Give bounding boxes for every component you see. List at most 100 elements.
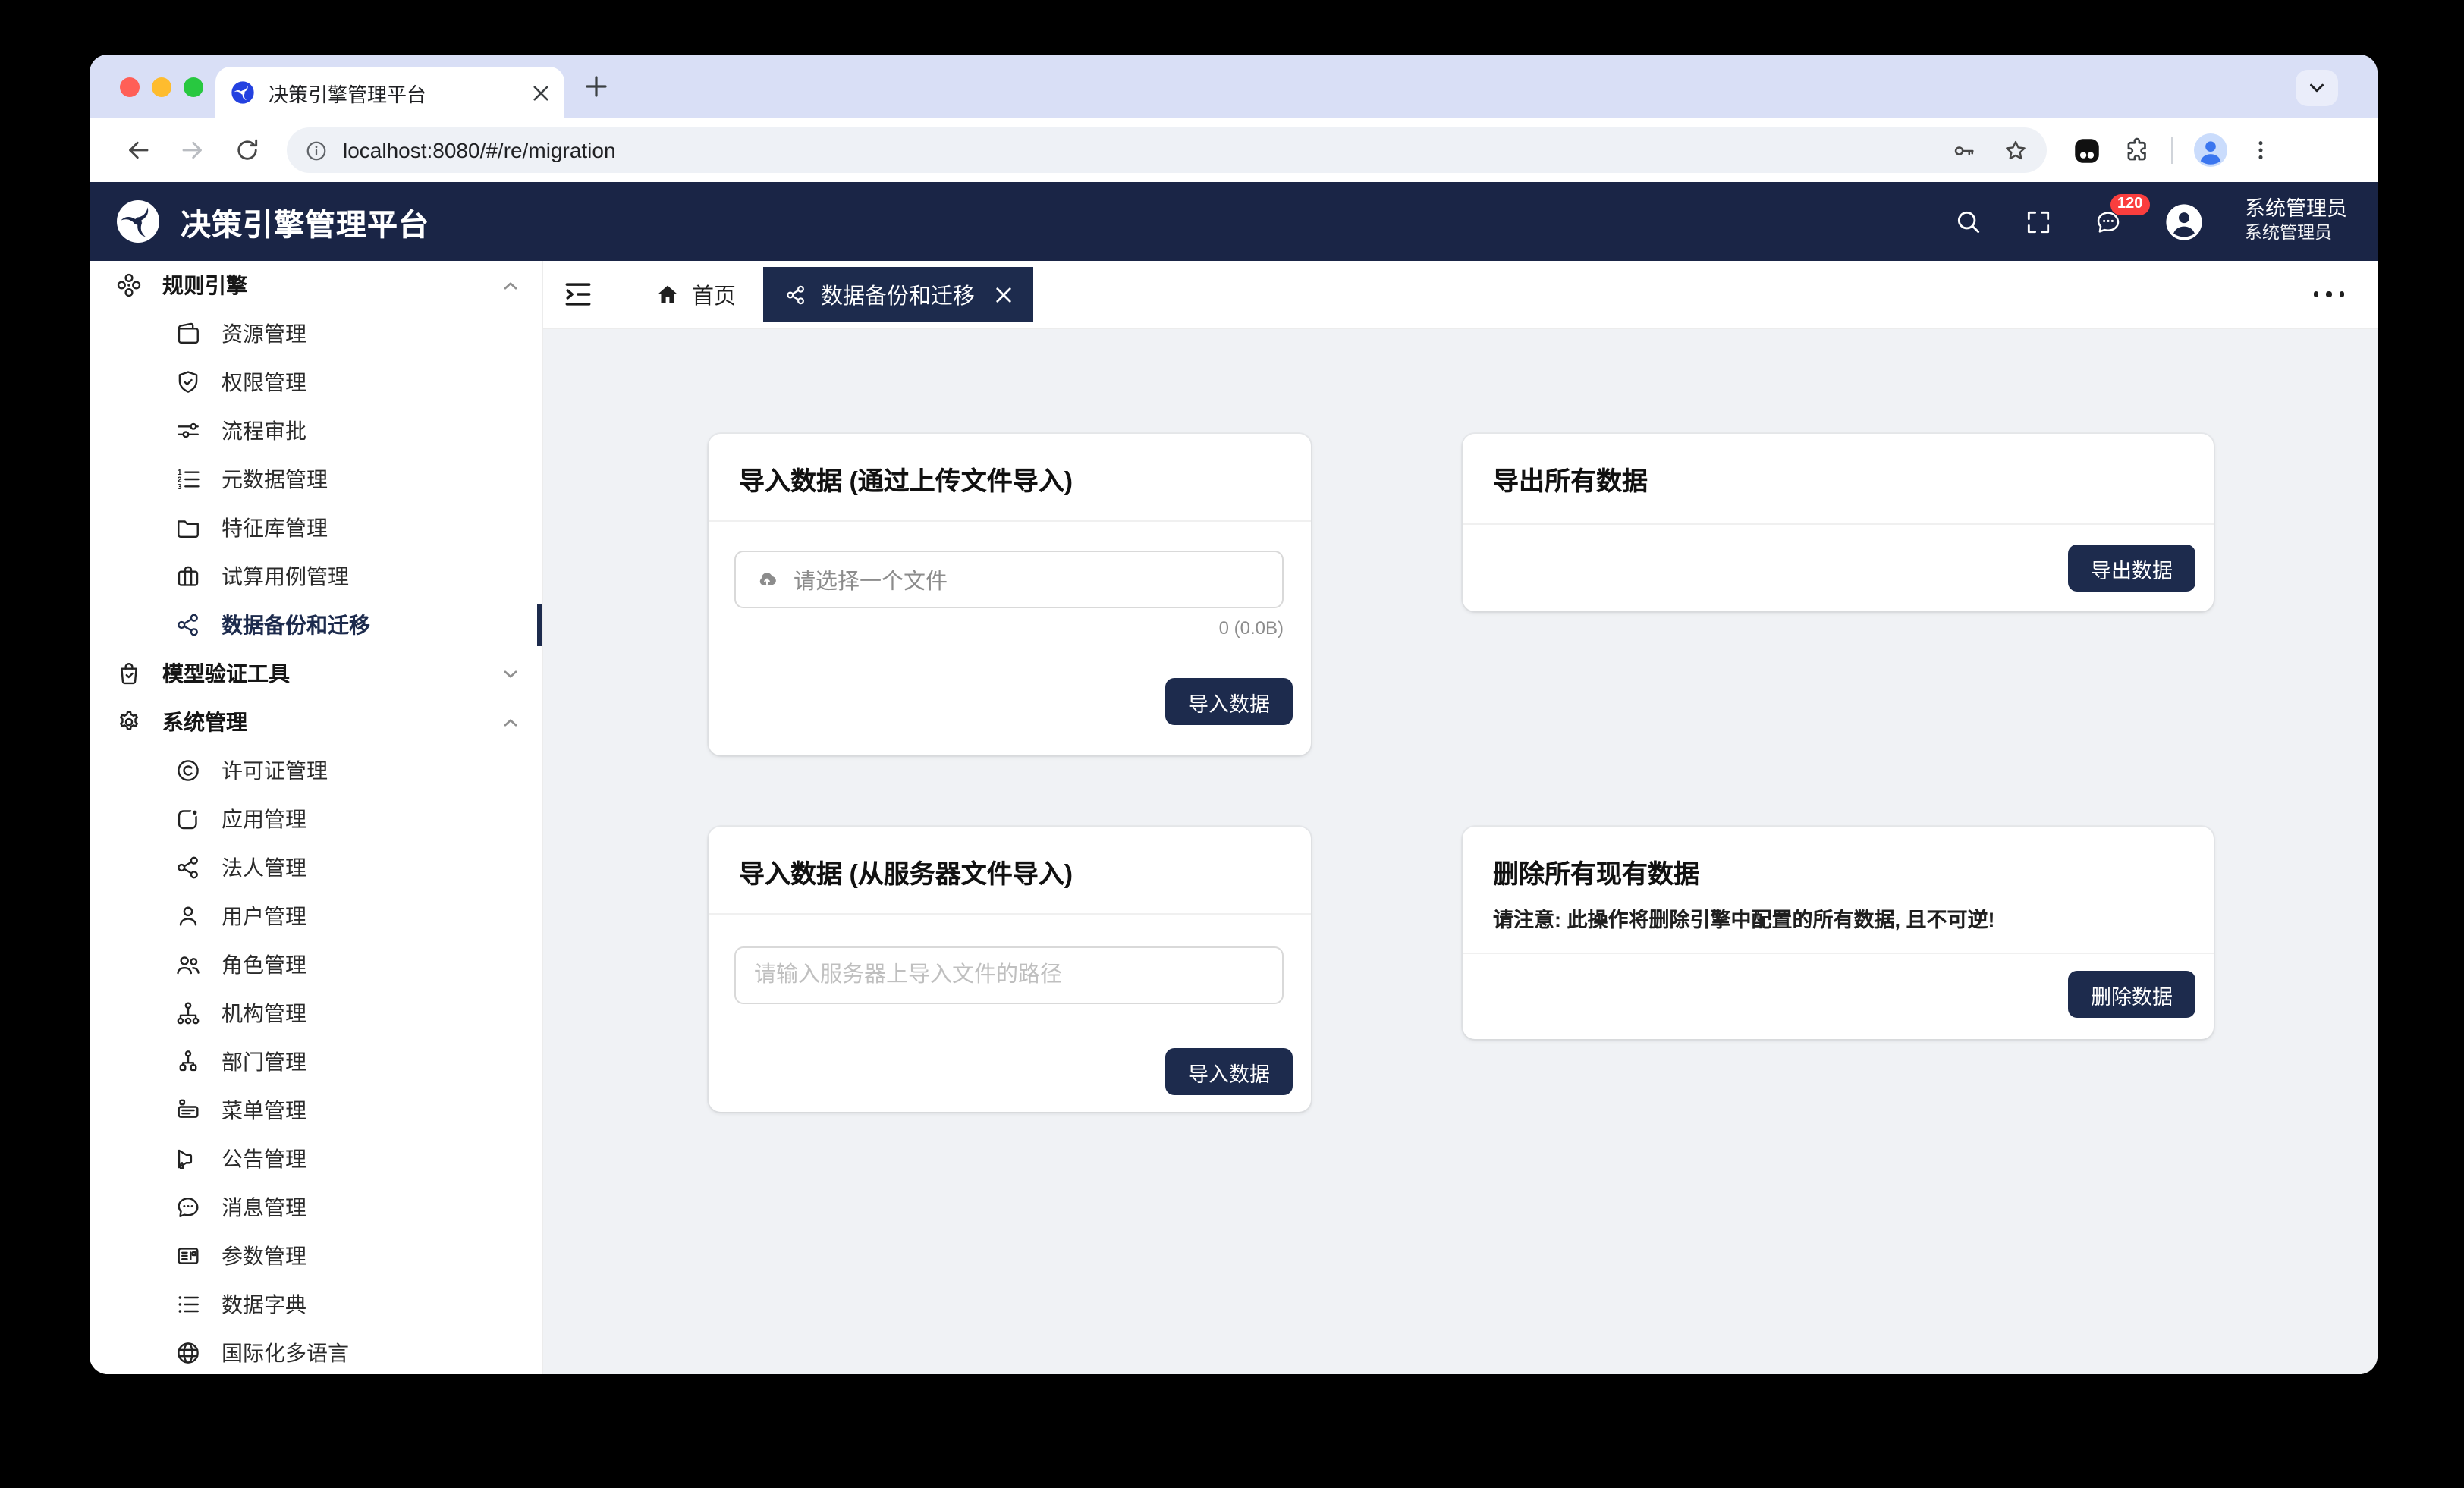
close-window-button[interactable]	[120, 77, 140, 96]
sidebar-item-label: 权限管理	[222, 367, 306, 397]
share-icon	[174, 611, 202, 639]
sidebar-item-label: 流程审批	[222, 416, 306, 446]
sidebar-item-label: 参数管理	[222, 1241, 306, 1271]
forward-icon[interactable]	[179, 137, 206, 164]
user-info[interactable]: 系统管理员 系统管理员	[2245, 198, 2347, 246]
dark-extension-icon[interactable]	[2071, 134, 2103, 166]
sidebar-item-menu-mgmt[interactable]: 菜单管理	[90, 1086, 542, 1135]
file-select-placeholder: 请选择一个文件	[794, 563, 948, 595]
delete-data-button[interactable]: 删除数据	[2068, 971, 2195, 1018]
folder-icon	[174, 514, 202, 542]
site-info-icon[interactable]	[305, 139, 328, 162]
sidebar-item-feature-lib-mgmt[interactable]: 特征库管理	[90, 504, 542, 552]
sidebar-item-label: 法人管理	[222, 852, 306, 883]
delete-warning-text: 请注意: 此操作将删除引擎中配置的所有数据, 且不可逆!	[1493, 903, 2183, 933]
sidebar-item-label: 资源管理	[222, 319, 306, 349]
bookmark-star-icon[interactable]	[2003, 137, 2029, 163]
minimize-window-button[interactable]	[152, 77, 171, 96]
export-data-button[interactable]: 导出数据	[2068, 545, 2195, 592]
browser-tab-title: 决策引擎管理平台	[269, 78, 533, 107]
sidebar-item-message-mgmt[interactable]: 消息管理	[90, 1183, 542, 1232]
sidebar-item-process-approval[interactable]: 流程审批	[90, 407, 542, 455]
server-path-input[interactable]	[734, 946, 1284, 1004]
sidebar-item-dept-mgmt[interactable]: 部门管理	[90, 1038, 542, 1086]
url-text: localhost:8080/#/re/migration	[343, 138, 1951, 162]
sidebar-item-resource-mgmt[interactable]: 资源管理	[90, 309, 542, 358]
password-key-icon[interactable]	[1951, 137, 1977, 163]
sidebar-item-legal-entity-mgmt[interactable]: 法人管理	[90, 843, 542, 892]
close-icon[interactable]	[995, 286, 1011, 303]
messages-button[interactable]: 120	[2093, 207, 2122, 236]
sidebar-item-label: 菜单管理	[222, 1095, 306, 1125]
shield-check-icon	[174, 369, 202, 396]
sidebar-item-announcement-mgmt[interactable]: 公告管理	[90, 1135, 542, 1183]
globe-icon	[174, 1339, 202, 1367]
tab-home-label: 首页	[692, 278, 736, 310]
user-role: 系统管理员	[2245, 224, 2347, 246]
sidebar-item-data-dictionary[interactable]: 数据字典	[90, 1280, 542, 1329]
file-select-field[interactable]: 请选择一个文件	[734, 551, 1284, 608]
selected-item-indicator	[537, 604, 543, 646]
sidebar-item-system-mgmt[interactable]: 系统管理	[90, 698, 542, 746]
sidebar-item-label: 模型验证工具	[162, 658, 290, 689]
sidebar-item-i18n[interactable]: 国际化多语言	[90, 1329, 542, 1374]
user-avatar[interactable]	[2163, 201, 2204, 242]
card-import-upload: 导入数据 (通过上传文件导入) 请选择一个文件 0 (0.0B) 导入数据	[709, 434, 1311, 755]
sidebar-item-data-backup-migration[interactable]: 数据备份和迁移	[90, 601, 542, 649]
tab-close-icon[interactable]	[533, 84, 549, 101]
sidebar-item-label: 应用管理	[222, 804, 306, 834]
chat-dots-icon	[174, 1194, 202, 1221]
tab-search-button[interactable]	[2296, 70, 2338, 106]
sidebar-item-license-mgmt[interactable]: 许可证管理	[90, 746, 542, 795]
sidebar-item-rule-engine[interactable]: 规则引擎	[90, 261, 542, 309]
chevron-up-icon	[501, 712, 520, 732]
sidebar-item-param-mgmt[interactable]: 参数管理	[90, 1232, 542, 1280]
sidebar-item-permission-mgmt[interactable]: 权限管理	[90, 358, 542, 407]
menu-card-icon	[174, 1097, 202, 1124]
profile-avatar-icon[interactable]	[2192, 132, 2229, 168]
new-tab-button[interactable]	[584, 74, 608, 99]
tab-options-menu[interactable]	[2313, 292, 2344, 297]
sidebar-item-label: 部门管理	[222, 1047, 306, 1077]
svg-text:3: 3	[178, 483, 182, 491]
sidebar-item-role-mgmt[interactable]: 角色管理	[90, 940, 542, 989]
chevron-up-icon	[501, 275, 520, 295]
import-data-server-button[interactable]: 导入数据	[1165, 1048, 1293, 1095]
sidebar-item-label: 系统管理	[162, 707, 247, 737]
zoom-window-button[interactable]	[184, 77, 203, 96]
sidebar-item-label: 试算用例管理	[222, 561, 349, 592]
sidebar-item-user-mgmt[interactable]: 用户管理	[90, 892, 542, 940]
sidebar-item-model-validation-tools[interactable]: 模型验证工具	[90, 649, 542, 698]
main-area: 首页 数据备份和迁移 导入数据 (通过上传文件导入)	[543, 261, 2378, 1374]
reload-icon[interactable]	[234, 137, 261, 164]
sidebar-item-label: 用户管理	[222, 901, 306, 931]
share-icon	[174, 854, 202, 881]
screenshot-stage: 决策引擎管理平台 localhost:8080/#/re/migration	[0, 0, 2464, 1488]
app-logo-swirl-icon	[114, 197, 162, 246]
import-data-button[interactable]: 导入数据	[1165, 678, 1293, 725]
browser-menu-icon[interactable]	[2249, 138, 2273, 162]
back-icon[interactable]	[124, 137, 152, 164]
sidebar-item-app-mgmt[interactable]: 应用管理	[90, 795, 542, 843]
user-name: 系统管理员	[2245, 198, 2347, 224]
sidebar-item-trial-case-mgmt[interactable]: 试算用例管理	[90, 552, 542, 601]
card-title: 导出所有数据	[1493, 467, 1648, 496]
browser-tab[interactable]: 决策引擎管理平台	[215, 67, 564, 118]
fullscreen-icon[interactable]	[2023, 207, 2052, 236]
tab-home[interactable]: 首页	[646, 261, 745, 328]
browser-tab-strip: 决策引擎管理平台	[90, 55, 2378, 118]
share-icon	[784, 283, 807, 306]
address-bar[interactable]: localhost:8080/#/re/migration	[287, 127, 2047, 173]
page-tab-bar: 首页 数据备份和迁移	[543, 261, 2378, 329]
sidebar-item-metadata-mgmt[interactable]: 123 元数据管理	[90, 455, 542, 504]
collapse-sidebar-icon[interactable]	[561, 278, 595, 311]
sidebar-item-org-mgmt[interactable]: 机构管理	[90, 989, 542, 1038]
tab-data-migration[interactable]: 数据备份和迁移	[763, 267, 1032, 322]
extensions-puzzle-icon[interactable]	[2123, 136, 2151, 165]
org-tree-icon	[174, 1000, 202, 1027]
card-title: 导入数据 (从服务器文件导入)	[739, 860, 1073, 889]
users-icon	[174, 951, 202, 978]
message-count-badge: 120	[2110, 193, 2150, 215]
user-icon	[174, 903, 202, 930]
search-icon[interactable]	[1953, 207, 1982, 236]
